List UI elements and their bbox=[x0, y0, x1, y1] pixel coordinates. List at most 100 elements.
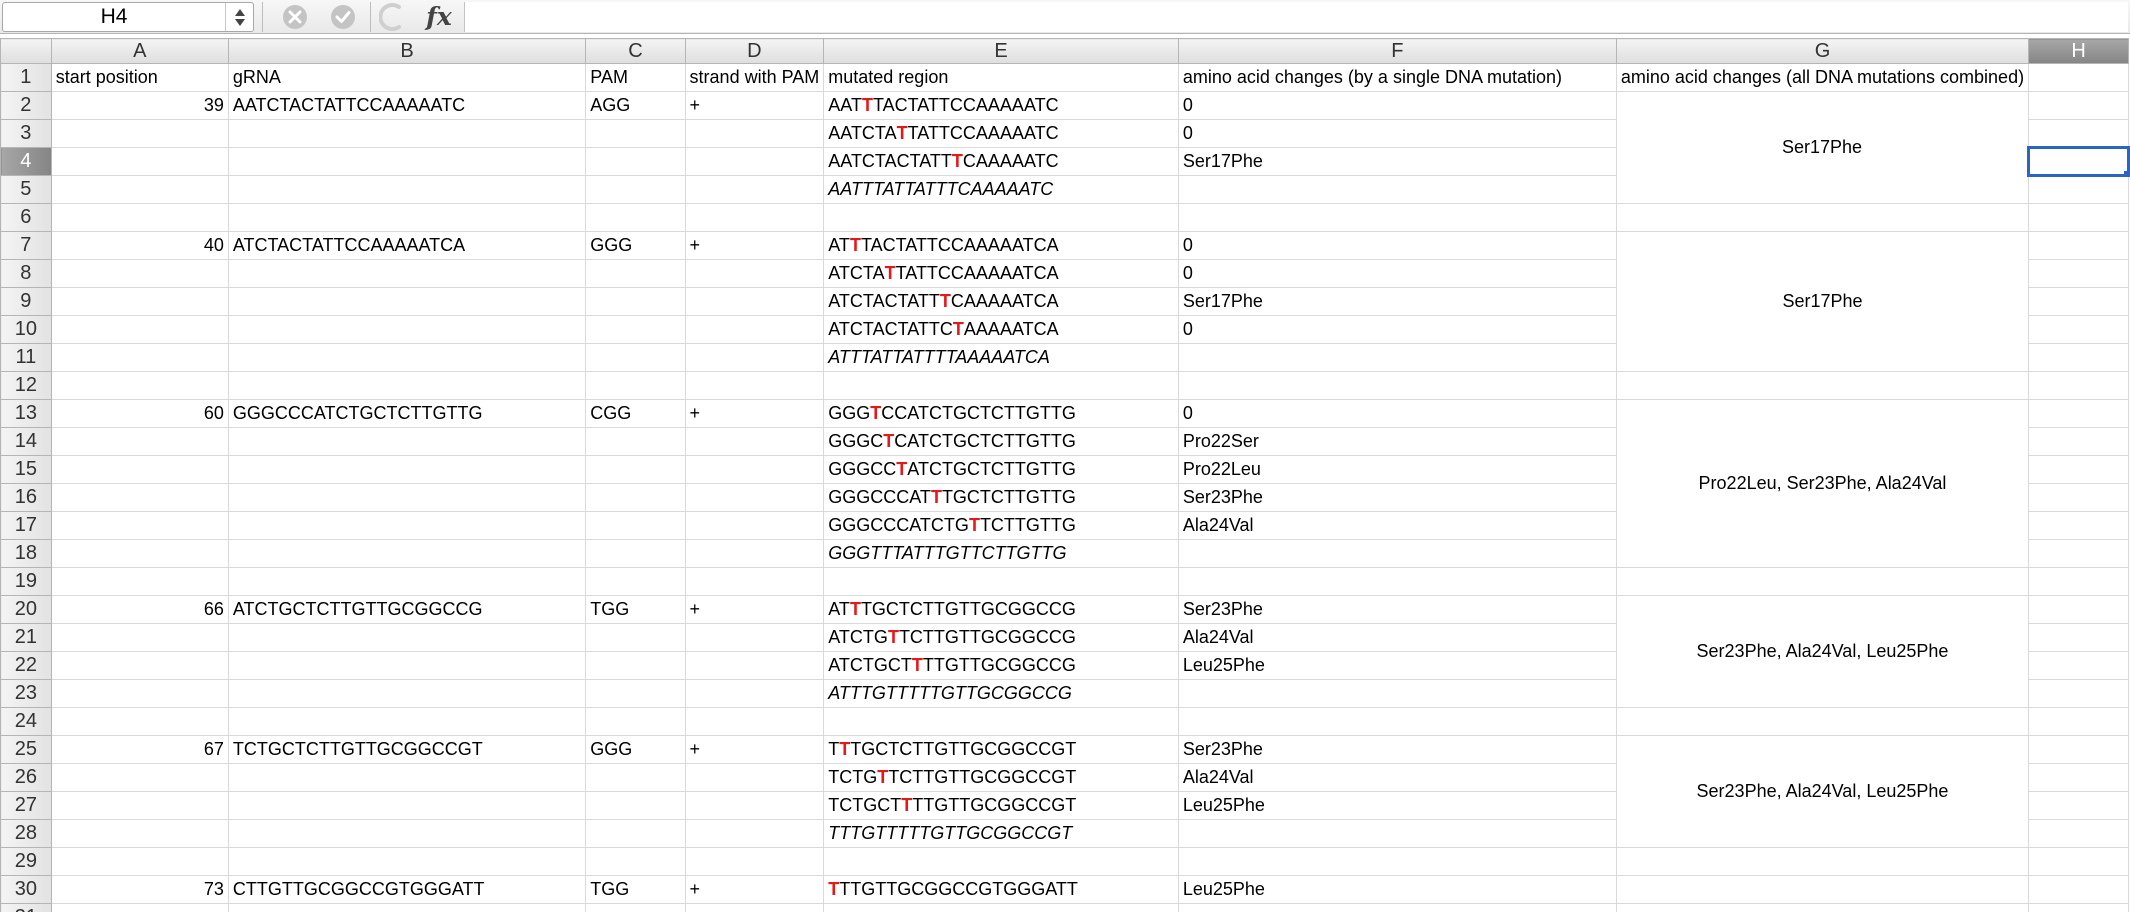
cell-g25[interactable]: Ser23Phe, Ala24Val, Leu25Phe bbox=[1615, 735, 2030, 848]
cell-c2[interactable]: AGG bbox=[585, 91, 686, 120]
cell-a25[interactable]: 67 bbox=[50, 735, 229, 764]
cell-d22[interactable] bbox=[684, 651, 825, 680]
cell-d13[interactable]: + bbox=[684, 399, 825, 428]
cell-e23[interactable]: ATTTGTTTTTGTTGCGGCCG bbox=[823, 679, 1179, 708]
cell-e31[interactable] bbox=[823, 903, 1179, 912]
cell-h2[interactable] bbox=[2028, 91, 2129, 120]
cell-b5[interactable] bbox=[227, 175, 587, 204]
cell-a14[interactable] bbox=[50, 427, 229, 456]
cell-d17[interactable] bbox=[684, 511, 825, 540]
cell-g6[interactable] bbox=[1615, 203, 2030, 232]
row-header-8[interactable]: 8 bbox=[0, 259, 52, 288]
cell-f4[interactable]: Ser17Phe bbox=[1177, 147, 1617, 176]
cell-d27[interactable] bbox=[684, 791, 825, 820]
cell-h29[interactable] bbox=[2028, 847, 2129, 876]
cell-b20[interactable]: ATCTGCTCTTGTTGCGGCCG bbox=[227, 595, 587, 624]
cell-f1[interactable]: amino acid changes (by a single DNA muta… bbox=[1177, 63, 1617, 92]
row-header-22[interactable]: 22 bbox=[0, 651, 52, 680]
cell-c15[interactable] bbox=[585, 455, 686, 484]
row-header-25[interactable]: 25 bbox=[0, 735, 52, 764]
chevron-up-icon[interactable] bbox=[234, 8, 245, 16]
cell-d11[interactable] bbox=[684, 343, 825, 372]
cell-a3[interactable] bbox=[50, 119, 229, 148]
formula-input[interactable] bbox=[464, 2, 2128, 32]
cell-h18[interactable] bbox=[2028, 539, 2129, 568]
chevron-down-icon[interactable] bbox=[234, 18, 245, 26]
row-header-30[interactable]: 30 bbox=[0, 875, 52, 904]
cell-b3[interactable] bbox=[227, 119, 587, 148]
row-header-10[interactable]: 10 bbox=[0, 315, 52, 344]
cell-c3[interactable] bbox=[585, 119, 686, 148]
cell-a23[interactable] bbox=[50, 679, 229, 708]
cell-b31[interactable] bbox=[227, 903, 587, 912]
column-header-e[interactable]: E bbox=[823, 38, 1179, 64]
cell-a7[interactable]: 40 bbox=[50, 231, 229, 260]
cell-a13[interactable]: 60 bbox=[50, 399, 229, 428]
cell-b12[interactable] bbox=[227, 371, 587, 400]
cell-a17[interactable] bbox=[50, 511, 229, 540]
cell-f19[interactable] bbox=[1177, 567, 1617, 596]
cell-b8[interactable] bbox=[227, 259, 587, 288]
cell-a30[interactable]: 73 bbox=[50, 875, 229, 904]
cell-d10[interactable] bbox=[684, 315, 825, 344]
cell-d7[interactable]: + bbox=[684, 231, 825, 260]
cell-h22[interactable] bbox=[2028, 651, 2129, 680]
cell-c16[interactable] bbox=[585, 483, 686, 512]
cell-f11[interactable] bbox=[1177, 343, 1617, 372]
cell-a15[interactable] bbox=[50, 455, 229, 484]
cell-b11[interactable] bbox=[227, 343, 587, 372]
cell-f13[interactable]: 0 bbox=[1177, 399, 1617, 428]
cell-e10[interactable]: ATCTACTATTCTAAAAATCA bbox=[823, 315, 1179, 344]
row-header-9[interactable]: 9 bbox=[0, 287, 52, 316]
cell-b16[interactable] bbox=[227, 483, 587, 512]
cell-a9[interactable] bbox=[50, 287, 229, 316]
cell-c24[interactable] bbox=[585, 707, 686, 736]
cell-a22[interactable] bbox=[50, 651, 229, 680]
cell-h3[interactable] bbox=[2028, 119, 2129, 148]
cell-b22[interactable] bbox=[227, 651, 587, 680]
cell-h14[interactable] bbox=[2028, 427, 2129, 456]
cell-c9[interactable] bbox=[585, 287, 686, 316]
cell-a8[interactable] bbox=[50, 259, 229, 288]
cell-d8[interactable] bbox=[684, 259, 825, 288]
cell-d25[interactable]: + bbox=[684, 735, 825, 764]
row-header-7[interactable]: 7 bbox=[0, 231, 52, 260]
column-header-a[interactable]: A bbox=[50, 38, 229, 64]
row-header-29[interactable]: 29 bbox=[0, 847, 52, 876]
cell-f21[interactable]: Ala24Val bbox=[1177, 623, 1617, 652]
cell-e1[interactable]: mutated region bbox=[823, 63, 1179, 92]
row-header-23[interactable]: 23 bbox=[0, 679, 52, 708]
cell-f7[interactable]: 0 bbox=[1177, 231, 1617, 260]
row-header-4[interactable]: 4 bbox=[0, 147, 52, 176]
cell-a11[interactable] bbox=[50, 343, 229, 372]
cell-f25[interactable]: Ser23Phe bbox=[1177, 735, 1617, 764]
cell-a2[interactable]: 39 bbox=[50, 91, 229, 120]
cell-f6[interactable] bbox=[1177, 203, 1617, 232]
cell-c1[interactable]: PAM bbox=[585, 63, 686, 92]
cell-b28[interactable] bbox=[227, 819, 587, 848]
cell-h1[interactable] bbox=[2028, 63, 2129, 92]
column-header-g[interactable]: G bbox=[1615, 38, 2030, 64]
cell-h23[interactable] bbox=[2028, 679, 2129, 708]
cell-e13[interactable]: GGGTCCATCTGCTCTTGTTG bbox=[823, 399, 1179, 428]
cell-c21[interactable] bbox=[585, 623, 686, 652]
cell-a1[interactable]: start position bbox=[50, 63, 229, 92]
cell-a28[interactable] bbox=[50, 819, 229, 848]
cell-h8[interactable] bbox=[2028, 259, 2129, 288]
cell-e17[interactable]: GGGCCCATCTGTTCTTGTTG bbox=[823, 511, 1179, 540]
cell-f24[interactable] bbox=[1177, 707, 1617, 736]
cell-c11[interactable] bbox=[585, 343, 686, 372]
cell-a16[interactable] bbox=[50, 483, 229, 512]
cell-f10[interactable]: 0 bbox=[1177, 315, 1617, 344]
cell-d3[interactable] bbox=[684, 119, 825, 148]
cell-e8[interactable]: ATCTATTATTCCAAAAATCA bbox=[823, 259, 1179, 288]
cell-f30[interactable]: Leu25Phe bbox=[1177, 875, 1617, 904]
cell-e15[interactable]: GGGCCTATCTGCTCTTGTTG bbox=[823, 455, 1179, 484]
cell-h27[interactable] bbox=[2028, 791, 2129, 820]
cell-f18[interactable] bbox=[1177, 539, 1617, 568]
cell-b6[interactable] bbox=[227, 203, 587, 232]
cell-b4[interactable] bbox=[227, 147, 587, 176]
cell-d23[interactable] bbox=[684, 679, 825, 708]
row-header-1[interactable]: 1 bbox=[0, 63, 52, 92]
row-header-3[interactable]: 3 bbox=[0, 119, 52, 148]
